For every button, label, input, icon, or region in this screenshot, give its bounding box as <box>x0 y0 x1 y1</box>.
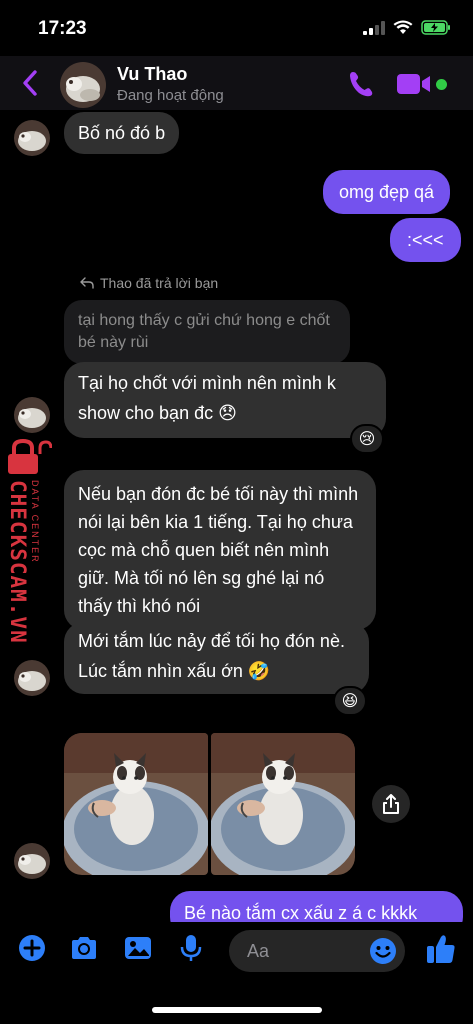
status-bar: 17:23 <box>0 0 473 56</box>
watermark-subtitle: DATA CENTER <box>30 480 40 564</box>
incoming-message[interactable]: Nếu bạn đón đc bé tối này thì mình nói l… <box>64 470 376 630</box>
sender-avatar[interactable] <box>14 397 50 433</box>
contact-name[interactable]: Vu Thao <box>117 64 187 85</box>
chat-header: Vu Thao Đang hoạt động <box>0 56 473 110</box>
phone-icon[interactable] <box>346 69 376 99</box>
incoming-message[interactable]: Bố nó đó b <box>64 112 180 154</box>
back-arrow-icon[interactable] <box>20 68 40 98</box>
camera-icon[interactable] <box>68 932 100 964</box>
quoted-message[interactable]: tại hong thấy c gửi chứ hong e chốt bé n… <box>64 300 350 364</box>
message-reaction[interactable]: 😢 <box>350 424 384 454</box>
presence-status: Đang hoạt động <box>117 87 224 104</box>
outgoing-message[interactable]: omg đẹp qá <box>323 170 451 214</box>
emoji-icon[interactable] <box>368 936 398 966</box>
reply-indicator: Thao đã trả lời bạn <box>80 275 218 291</box>
battery-charging-icon <box>421 20 450 35</box>
video-call-icon[interactable] <box>396 72 432 96</box>
contact-avatar[interactable] <box>60 62 106 108</box>
online-indicator <box>436 79 447 90</box>
thumbs-up-icon[interactable] <box>424 932 458 966</box>
cat-photo[interactable] <box>64 733 208 875</box>
microphone-icon[interactable] <box>175 932 207 964</box>
sender-avatar[interactable] <box>14 120 50 156</box>
share-button[interactable] <box>372 785 410 823</box>
reply-label-text: Thao đã trả lời bạn <box>100 275 219 291</box>
clock: 17:23 <box>38 18 87 39</box>
sender-avatar[interactable] <box>14 843 50 879</box>
outgoing-message[interactable]: :<<< <box>390 218 461 262</box>
signal-icon <box>363 20 385 35</box>
wifi-icon <box>393 20 413 34</box>
share-icon <box>383 794 399 814</box>
incoming-message[interactable]: Tại họ chốt với mình nên mình k show cho… <box>64 362 386 438</box>
checkscam-watermark <box>8 438 52 474</box>
plus-icon[interactable] <box>16 932 48 964</box>
gallery-icon[interactable] <box>122 932 154 964</box>
message-reaction[interactable]: 😆 <box>333 686 367 716</box>
incoming-message[interactable]: Mới tắm lúc nảy để tối họ đón nè. Lúc tắ… <box>64 622 369 694</box>
watermark-brand: CHECKSCAM.VN <box>6 480 30 644</box>
sender-avatar[interactable] <box>14 660 50 696</box>
reply-arrow-icon <box>80 277 94 289</box>
status-icons <box>363 20 451 35</box>
home-indicator <box>152 1007 322 1013</box>
cat-photo[interactable] <box>211 733 355 875</box>
